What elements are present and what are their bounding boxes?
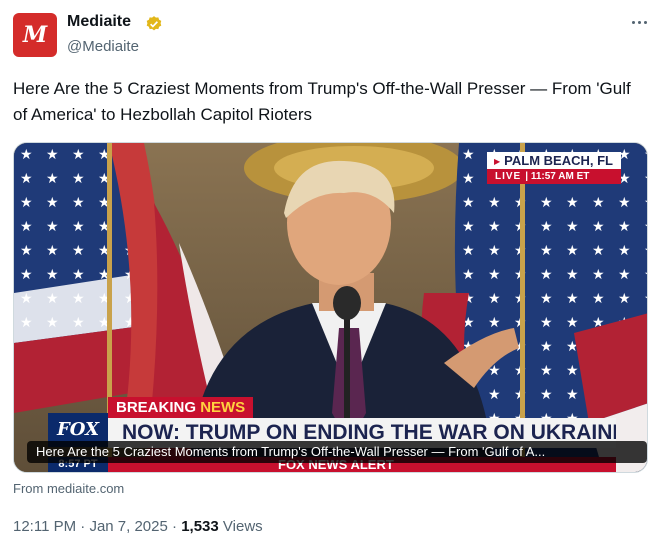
breaking-news-banner: BREAKING NEWS [108, 397, 254, 418]
tweet-time[interactable]: 12:11 PM [13, 518, 76, 535]
views-count: 1,533 [181, 518, 219, 535]
tweet-date[interactable]: Jan 7, 2025 [89, 518, 167, 535]
avatar-letter: M [22, 22, 48, 48]
views-label: Views [222, 518, 263, 535]
live-indicator: LIVE | 11:57 AM ET [487, 169, 621, 184]
author-name[interactable]: Mediaite [67, 13, 131, 31]
source-link[interactable]: From mediaite.com [13, 481, 124, 496]
live-label: LIVE [495, 171, 522, 182]
verified-badge-icon[interactable] [145, 15, 163, 33]
tweet-meta: 12:11 PM · Jan 7, 2025 · 1,533 Views [13, 518, 263, 535]
tweet-text: Here Are the 5 Craziest Moments from Tru… [13, 79, 631, 124]
location-badge: PALM BEACH, FL LIVE| 11:57 AM ET [487, 152, 621, 184]
media-card[interactable]: ★ PA [13, 142, 648, 473]
avatar[interactable]: M [13, 13, 57, 57]
location-text: PALM BEACH, FL [487, 152, 621, 169]
more-options-icon[interactable] [628, 14, 650, 30]
breaking-prefix: BREAKING [116, 399, 197, 416]
link-card-caption[interactable]: Here Are the 5 Craziest Moments from Tru… [27, 441, 647, 463]
live-time: 11:57 AM ET [530, 171, 590, 182]
author-handle[interactable]: @Mediaite [67, 38, 139, 55]
breaking-suffix: NEWS [200, 399, 246, 416]
